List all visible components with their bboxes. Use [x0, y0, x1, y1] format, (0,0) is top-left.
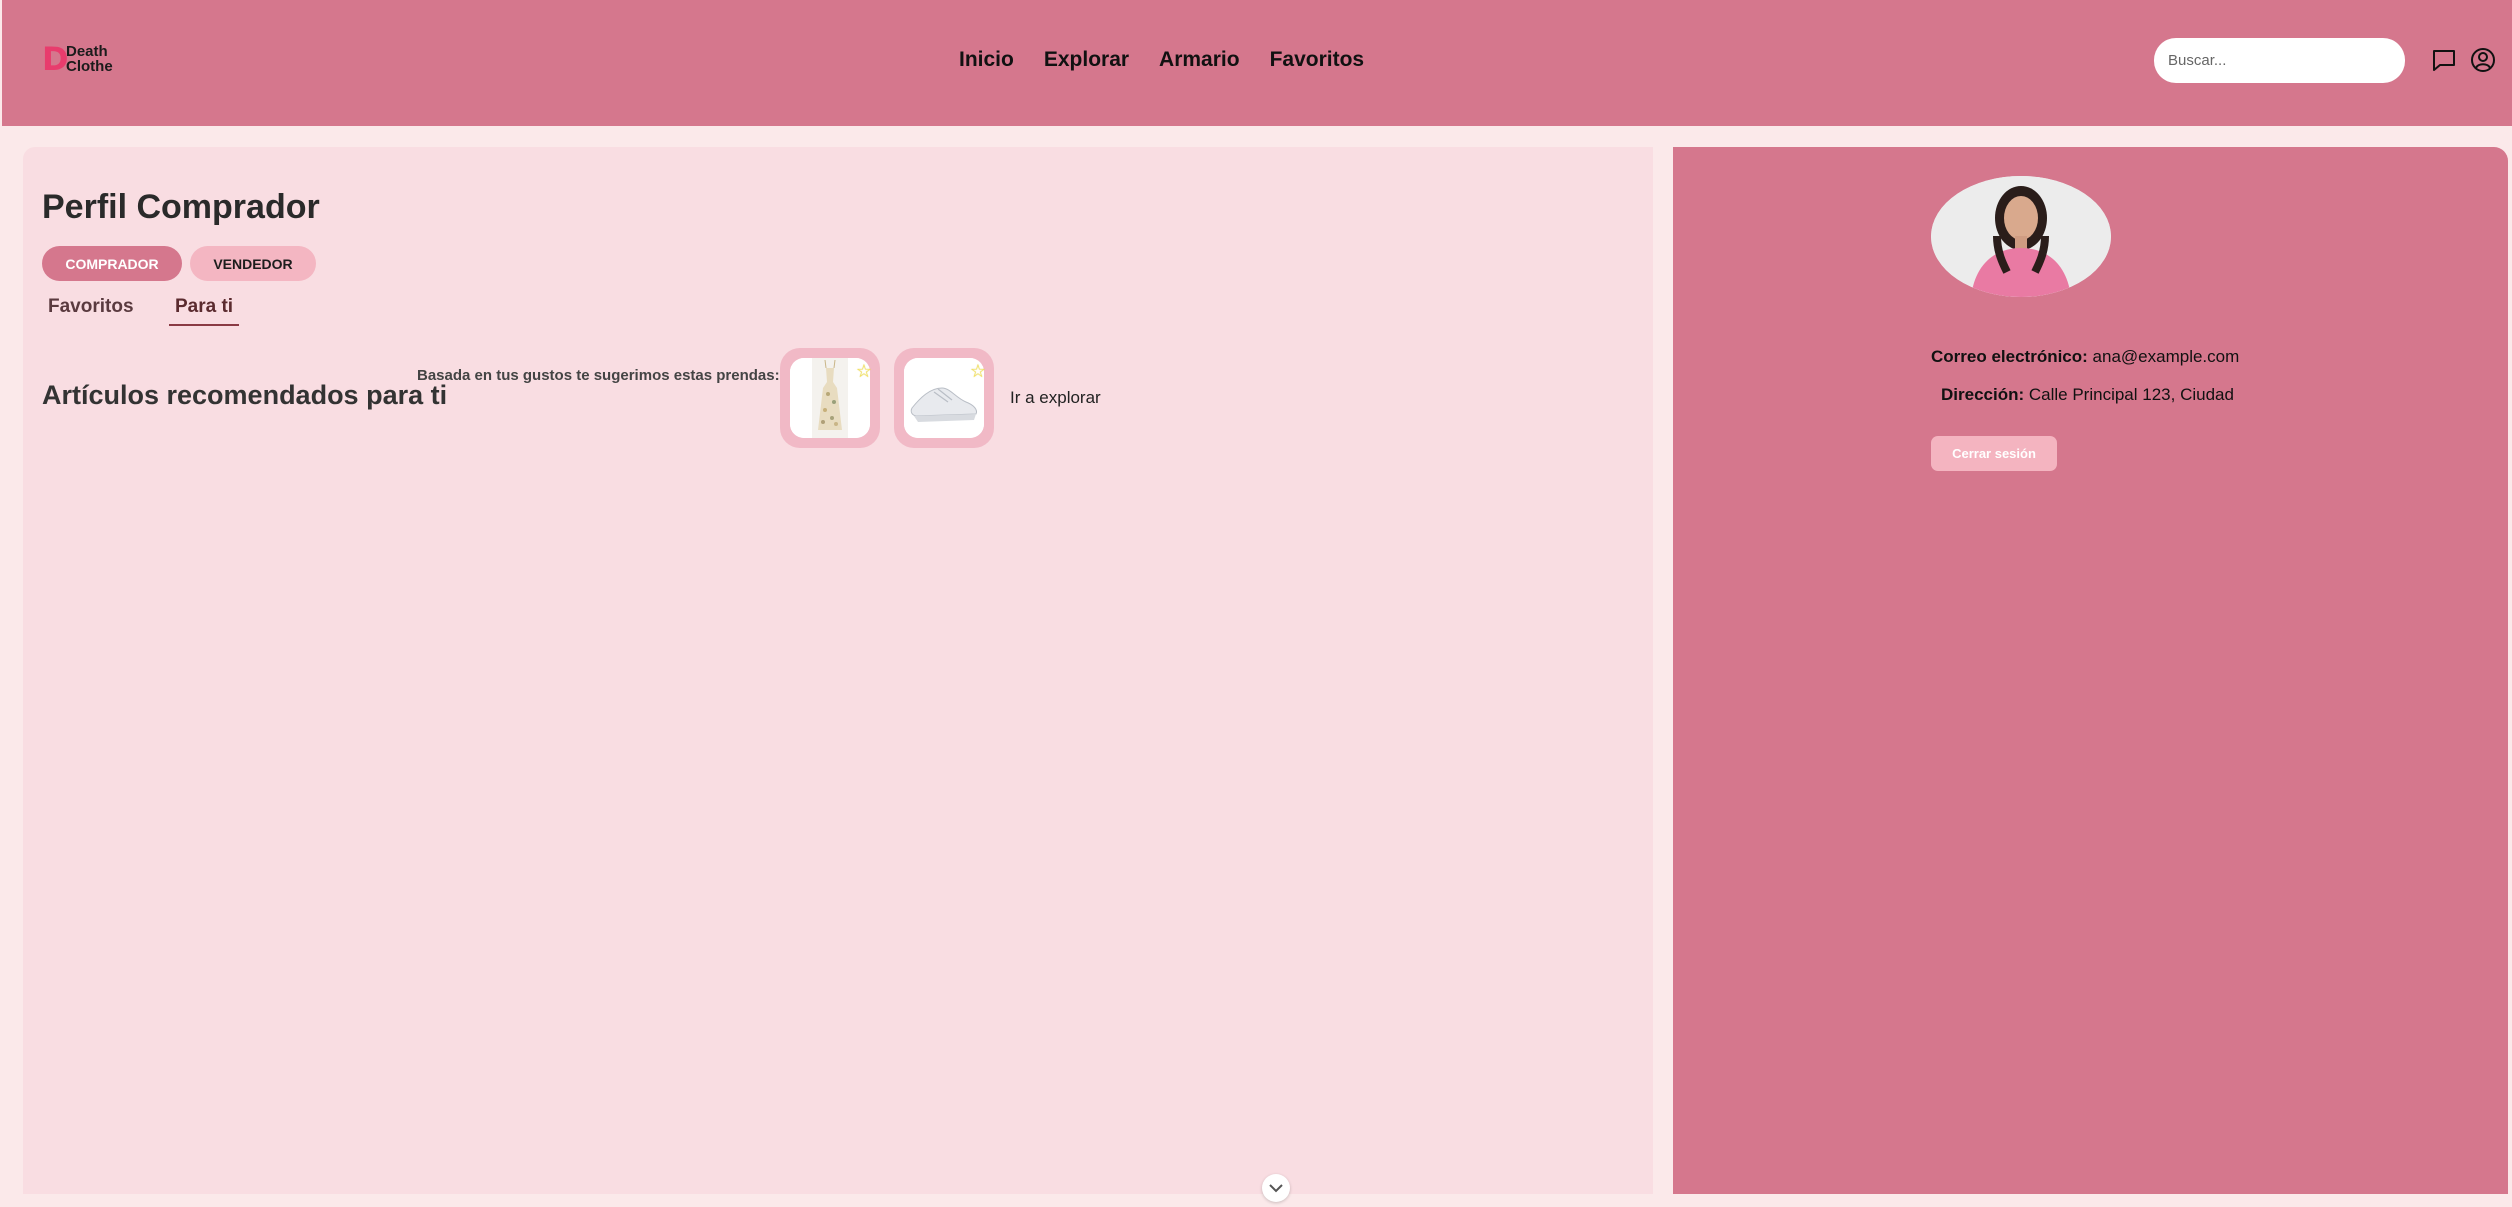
address-info: Dirección: Calle Principal 123, Ciudad [1941, 385, 2234, 405]
email-label: Correo electrónico: [1931, 347, 2088, 366]
recommendations-subtitle: Basada en tus gustos te sugerimos estas … [417, 367, 780, 384]
page-title: Perfil Comprador [42, 188, 320, 226]
nav-armario[interactable]: Armario [1159, 47, 1240, 73]
tab-favoritos[interactable]: Favoritos [48, 295, 134, 319]
favorite-star-icon[interactable]: ☆ [856, 362, 872, 380]
nav-explorar[interactable]: Explorar [1044, 47, 1129, 73]
recommendations-title: Artículos recomendados para ti [42, 380, 448, 410]
logo-line-1: Death [66, 43, 108, 60]
top-bar: D Death Clothe Inicio Explorar Armario F… [2, 0, 2512, 126]
logout-button[interactable]: Cerrar sesión [1931, 436, 2057, 471]
nav-inicio[interactable]: Inicio [959, 47, 1014, 73]
account-side-panel: Correo electrónico: ana@example.com Dire… [1673, 147, 2508, 1194]
avatar [1931, 176, 2111, 297]
favorite-star-icon[interactable]: ☆ [970, 362, 986, 380]
chevron-down-icon [1269, 1184, 1283, 1193]
user-icon[interactable] [2468, 45, 2498, 75]
product-card-sneaker[interactable]: ☆ [894, 348, 994, 448]
role-buyer-button[interactable]: COMPRADOR [42, 246, 182, 281]
nav-favoritos[interactable]: Favoritos [1270, 47, 1365, 73]
chat-icon[interactable] [2429, 45, 2459, 75]
email-value: ana@example.com [2092, 347, 2240, 366]
brand-logo[interactable]: D Death Clothe [42, 42, 132, 76]
profile-main-panel: Perfil Comprador COMPRADOR VENDEDOR Favo… [23, 147, 1653, 1194]
address-value: Calle Principal 123, Ciudad [2028, 385, 2234, 404]
explore-link[interactable]: Ir a explorar [1010, 388, 1101, 408]
search-input[interactable] [2154, 38, 2405, 83]
role-seller-button[interactable]: VENDEDOR [190, 246, 316, 281]
product-card-dress[interactable]: ☆ [780, 348, 880, 448]
email-info: Correo electrónico: ana@example.com [1931, 347, 2239, 367]
main-nav: Inicio Explorar Armario Favoritos [959, 47, 1364, 73]
address-label: Dirección: [1941, 385, 2025, 404]
logo-wordmark: Death Clothe [66, 44, 113, 74]
tab-para-ti[interactable]: Para ti [169, 295, 240, 326]
scroll-down-indicator[interactable] [1262, 1174, 1290, 1202]
logo-line-2: Clothe [66, 58, 113, 75]
logo-d-icon: D [42, 40, 69, 78]
